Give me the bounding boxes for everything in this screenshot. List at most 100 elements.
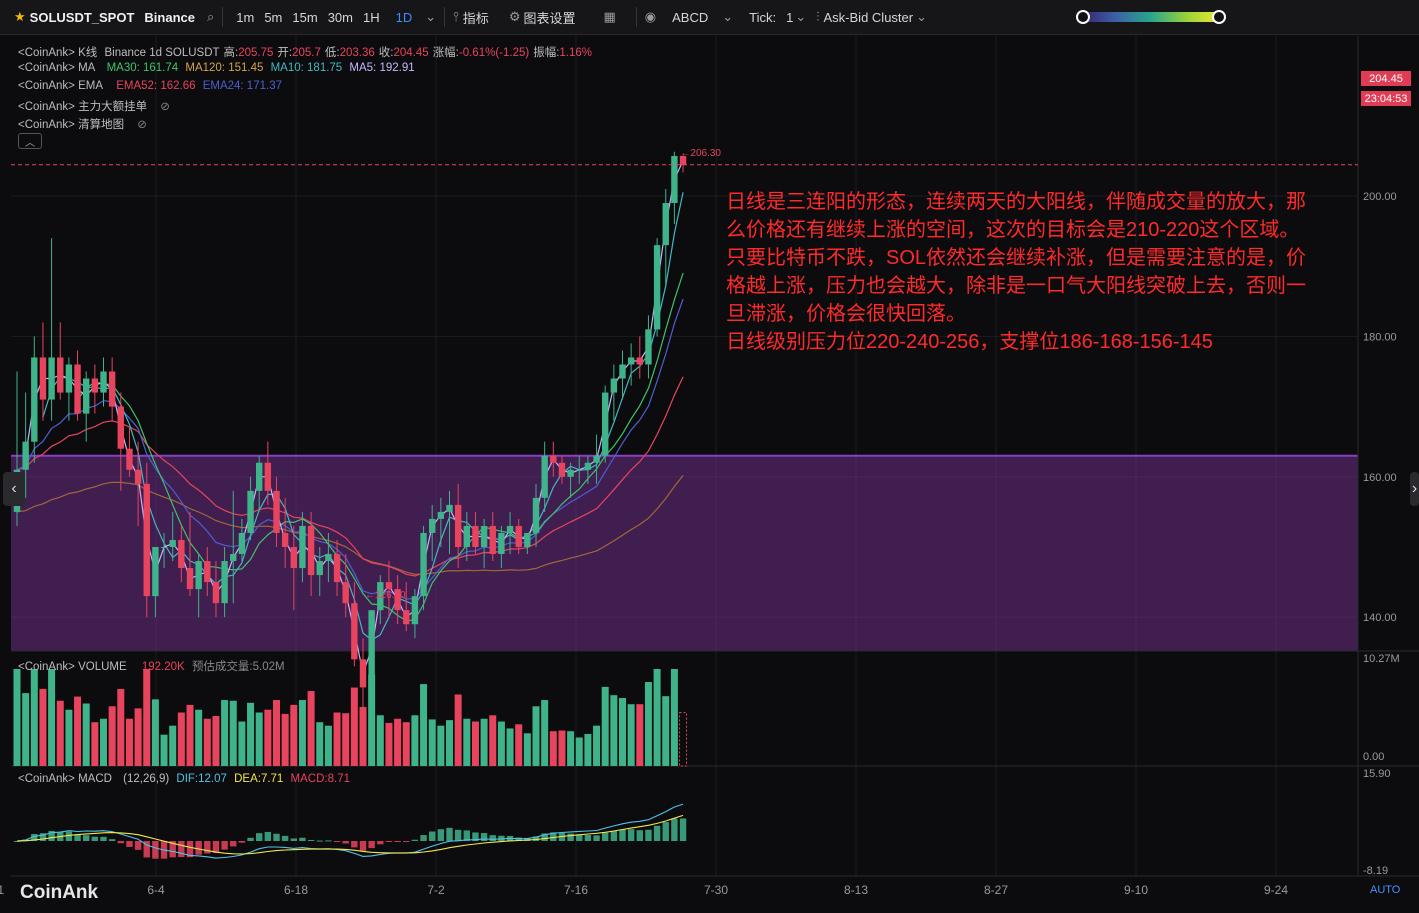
eye-icon[interactable]: ◉	[645, 9, 656, 25]
candle-body	[342, 582, 349, 604]
timeframe-1d[interactable]: 1D	[391, 10, 418, 25]
timeframe-15m[interactable]: 15m	[287, 10, 322, 25]
change-label: 涨幅:	[432, 47, 459, 59]
candle-body	[31, 357, 38, 442]
ma120-value: MA120: 151.45	[185, 62, 264, 74]
timeframe-5m[interactable]: 5m	[259, 10, 287, 25]
indicators-button[interactable]: 指标	[463, 8, 489, 27]
candle-body	[645, 329, 652, 365]
candle-body	[480, 525, 488, 547]
star-icon[interactable]: ★	[14, 9, 26, 25]
collapse-legend-button[interactable]: ︿	[18, 133, 42, 149]
settings-icon[interactable]: ⚙	[509, 9, 521, 25]
layout-grid-icon[interactable]: ▦	[603, 9, 615, 25]
macd-histogram-bar	[126, 841, 133, 847]
macd-histogram-bar	[230, 841, 237, 847]
macd-histogram-bar	[636, 830, 643, 841]
big-order-label: <CoinAnk> 主力大额挂单	[18, 101, 148, 113]
candle-body	[74, 364, 81, 414]
volume-bar	[281, 713, 289, 766]
volume-bar	[229, 700, 237, 766]
candle-body	[463, 525, 470, 547]
macd-histogram-bar	[584, 834, 592, 841]
volume-bar	[644, 682, 652, 766]
cluster-icon[interactable]: ⫶	[816, 9, 819, 25]
coinank-watermark: CoinAnk	[20, 882, 99, 903]
macd-histogram-bar	[593, 835, 600, 841]
annotation-line: 么价格还有继续上涨的空间，这次的目标会是210-220这个区域。	[726, 219, 1300, 241]
candle-body	[506, 525, 514, 533]
chevron-down-icon[interactable]: ⌄	[795, 9, 806, 25]
annotation-line: 旦滞涨，价格会很快回落。	[726, 303, 966, 325]
candle-body	[126, 448, 133, 470]
volume-tick-label: 0.00	[1363, 751, 1384, 763]
candle-body	[541, 455, 548, 498]
chart-settings-button[interactable]: 图表设置	[523, 8, 575, 27]
slider-handle-left[interactable]	[1076, 10, 1090, 24]
volume-bar	[549, 731, 557, 766]
volume-bar	[151, 699, 159, 766]
macd-histogram-bar	[342, 841, 349, 844]
volume-bar	[411, 715, 419, 766]
timeframe-30m[interactable]: 30m	[323, 10, 358, 25]
search-icon[interactable]: ⌕	[207, 9, 214, 25]
macd-histogram-bar	[454, 829, 462, 841]
chevron-down-icon[interactable]: ⌄	[425, 9, 436, 25]
volume-bar	[437, 725, 445, 766]
candle-body	[411, 596, 419, 625]
volume-bar	[74, 696, 82, 766]
date-tick-label: 8-27	[984, 883, 1008, 897]
timeframe-1m[interactable]: 1m	[231, 10, 259, 25]
eye-off-icon[interactable]: ⊘	[137, 119, 147, 131]
chevron-down-icon[interactable]: ⌄	[722, 9, 733, 25]
macd-histogram-bar	[351, 841, 358, 848]
abcd-button[interactable]: ABCD	[672, 10, 708, 25]
close-label: 收:	[378, 47, 394, 59]
cluster-button[interactable]: Ask-Bid Cluster	[824, 10, 914, 25]
date-tick-label: 9-10	[1124, 883, 1148, 897]
symbol-label[interactable]: SOLUSDT_SPOT	[30, 10, 135, 25]
candle-body	[515, 525, 522, 547]
volume-estimate: 预估成交量:5.02M	[191, 661, 285, 673]
candle-body	[333, 554, 341, 583]
heatmap-color-slider[interactable]	[1076, 10, 1226, 24]
eye-off-icon[interactable]: ⊘	[160, 101, 170, 113]
macd-histogram-bar	[195, 841, 202, 855]
candle-body	[653, 245, 661, 330]
chart-area[interactable]: ←206.30 ←126.00 200.00 180.00 160.00 140.00 10…	[0, 36, 1419, 910]
analysis-annotation: 日线是三连阳的形态，连续两天的大阳线，伴随成交量的放大，那 么价格还有继续上涨的…	[726, 188, 1346, 356]
date-tick-label: 8-13	[844, 883, 868, 897]
scroll-left-button[interactable]: ‹	[3, 472, 25, 506]
slider-handle-right[interactable]	[1212, 10, 1226, 24]
volume-bar	[65, 709, 73, 766]
tick-value[interactable]: 1	[786, 10, 793, 25]
volume-bar	[212, 715, 220, 766]
ema-legend: <CoinAnk> EMA EMA52: 162.66 EMA24: 171.3…	[18, 80, 286, 92]
macd-tick-label: 15.90	[1363, 768, 1391, 780]
change-value: -0.61%(-1.25)	[458, 47, 530, 59]
volume-bar	[143, 669, 151, 766]
auto-scale-button[interactable]: AUTO	[1370, 884, 1400, 896]
macd-histogram-bar	[437, 829, 445, 841]
chevron-down-icon[interactable]: ⌄	[916, 9, 927, 25]
candle-body	[403, 610, 410, 625]
annotation-line: 日线是三连阳的形态，连续两天的大阳线，伴随成交量的放大，那	[726, 191, 1306, 213]
candle-body	[610, 378, 618, 393]
macd-histogram-bar	[679, 818, 687, 841]
volume-bar	[100, 718, 107, 766]
timeframe-1h[interactable]: 1H	[358, 10, 385, 25]
volume-bar	[385, 722, 393, 766]
scroll-right-button[interactable]: ›	[1410, 472, 1419, 506]
candle-body	[446, 504, 453, 512]
volume-bar	[619, 697, 626, 766]
volume-bar	[541, 700, 549, 766]
volume-bar	[48, 669, 56, 766]
low-marker-label: ←126.00	[365, 590, 406, 601]
macd-histogram-bar	[653, 825, 661, 841]
volume-bar	[368, 674, 376, 766]
volume-bar	[350, 687, 358, 766]
volume-bar	[523, 733, 531, 766]
indicators-icon[interactable]: ⫯	[453, 9, 459, 25]
candle-body	[160, 547, 168, 548]
volume-bar	[558, 730, 566, 766]
